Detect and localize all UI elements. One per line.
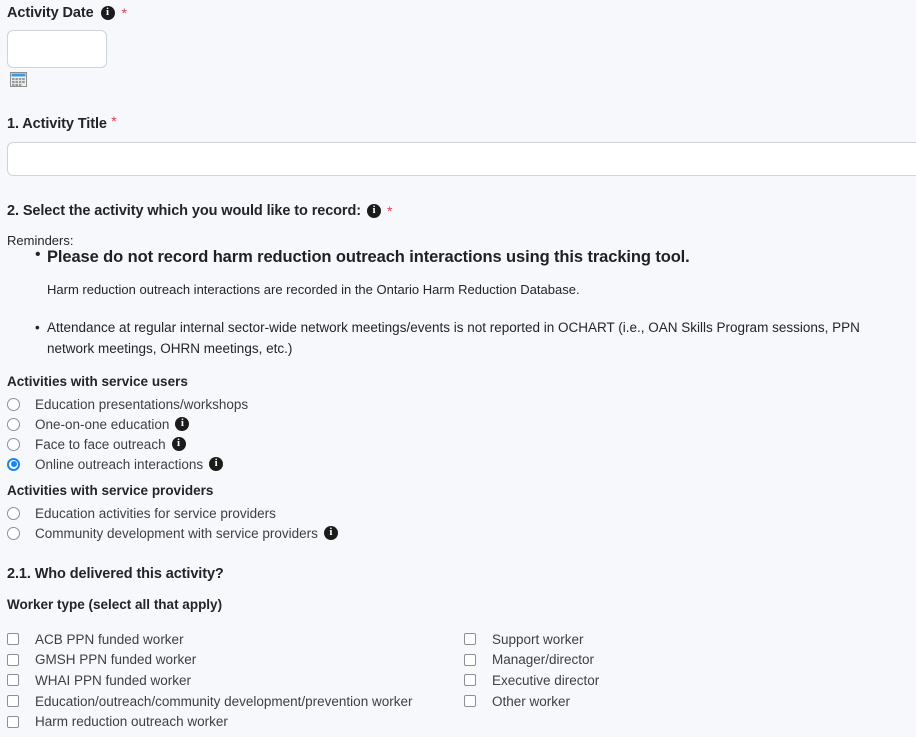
activity-title-label-row: 1. Activity Title * <box>7 114 117 133</box>
reminders-list: Please do not record harm reduction outr… <box>7 246 909 359</box>
who-delivered-label-row: 2.1. Who delivered this activity? <box>7 565 224 583</box>
activity-date-label-row: Activity Date i * <box>7 5 127 21</box>
radio-option-label: Education activities for service provide… <box>35 505 276 521</box>
checkbox-label: Support worker <box>492 631 584 647</box>
checkbox-mark[interactable] <box>7 633 19 646</box>
who-delivered-label: 2.1. Who delivered this activity? <box>7 566 224 582</box>
info-icon[interactable]: i <box>366 204 381 218</box>
radio-group-service-users: Education presentations/workshops One-on… <box>7 394 248 474</box>
checkbox-label: Manager/director <box>492 652 595 668</box>
radio-option-label: Face to face outreach i <box>35 437 186 452</box>
radio-option-education-activities-providers[interactable]: Education activities for service provide… <box>7 503 338 523</box>
info-icon[interactable]: i <box>175 417 190 431</box>
group-heading-service-providers: Activities with service providers <box>7 483 214 498</box>
checkbox-whai-ppn-funded-worker[interactable]: WHAI PPN funded worker <box>7 670 412 691</box>
checkbox-support-worker[interactable]: Support worker <box>464 629 599 650</box>
checkbox-mark[interactable] <box>7 695 19 708</box>
checkbox-label: Education/outreach/community development… <box>35 693 413 709</box>
required-asterisk: * <box>386 203 393 219</box>
checkbox-mark[interactable] <box>7 674 19 687</box>
worker-type-left-column: ACB PPN funded worker GMSH PPN funded wo… <box>7 629 412 732</box>
activity-date-input[interactable] <box>7 30 107 68</box>
activity-title-label: 1. Activity Title <box>7 116 107 132</box>
checkbox-label: ACB PPN funded worker <box>35 631 184 647</box>
radio-option-label: Online outreach interactions i <box>35 457 224 472</box>
checkbox-label: Harm reduction outreach worker <box>35 714 228 730</box>
reminder-sub-text: Harm reduction outreach interactions are… <box>47 282 580 297</box>
radio-mark[interactable] <box>7 417 20 431</box>
checkbox-mark[interactable] <box>7 715 19 728</box>
checkbox-executive-director[interactable]: Executive director <box>464 670 599 691</box>
checkbox-label: WHAI PPN funded worker <box>35 672 192 688</box>
calendar-icon[interactable] <box>10 72 27 87</box>
checkbox-mark[interactable] <box>464 674 476 687</box>
radio-option-label: Education presentations/workshops <box>35 396 249 412</box>
checkbox-manager-director[interactable]: Manager/director <box>464 650 599 671</box>
radio-mark[interactable] <box>7 397 20 411</box>
checkbox-gmsh-ppn-funded-worker[interactable]: GMSH PPN funded worker <box>7 650 412 671</box>
info-icon[interactable]: i <box>323 526 338 540</box>
worker-type-label: Worker type (select all that apply) <box>7 597 223 612</box>
radio-option-education-presentations[interactable]: Education presentations/workshops <box>7 394 248 414</box>
radio-mark[interactable] <box>7 437 20 451</box>
checkbox-acb-ppn-funded-worker[interactable]: ACB PPN funded worker <box>7 629 412 650</box>
required-asterisk: * <box>121 5 127 21</box>
info-icon[interactable]: i <box>209 457 224 471</box>
form-page: Activity Date i * 1. Activity Title * 2.… <box>0 0 916 737</box>
radio-option-online-outreach-interactions[interactable]: Online outreach interactions i <box>7 454 248 474</box>
checkbox-mark[interactable] <box>7 653 19 666</box>
radio-mark-selected[interactable] <box>7 457 20 471</box>
checkbox-label: Executive director <box>492 672 600 688</box>
radio-option-face-to-face-outreach[interactable]: Face to face outreach i <box>7 434 248 454</box>
checkbox-mark[interactable] <box>464 653 476 666</box>
info-icon[interactable]: i <box>100 6 115 20</box>
checkbox-other-worker[interactable]: Other worker <box>464 691 599 712</box>
reminder-item: Please do not record harm reduction outr… <box>7 246 909 268</box>
info-icon[interactable]: i <box>171 437 186 451</box>
checkbox-harm-reduction-outreach-worker[interactable]: Harm reduction outreach worker <box>7 711 412 732</box>
reminder-primary-text: Please do not record harm reduction outr… <box>47 248 690 266</box>
radio-option-community-development-providers[interactable]: Community development with service provi… <box>7 523 338 543</box>
group-heading-service-users: Activities with service users <box>7 374 188 389</box>
checkbox-education-outreach-worker[interactable]: Education/outreach/community development… <box>7 691 412 712</box>
required-asterisk: * <box>111 113 117 129</box>
radio-option-one-on-one-education[interactable]: One-on-one education i <box>7 414 248 434</box>
activity-title-input[interactable] <box>7 142 916 176</box>
radio-mark[interactable] <box>7 506 20 520</box>
radio-option-label: One-on-one education i <box>35 417 190 432</box>
radio-mark[interactable] <box>7 526 20 540</box>
worker-type-right-column: Support worker Manager/director Executiv… <box>464 629 599 711</box>
checkbox-mark[interactable] <box>464 695 476 708</box>
radio-group-service-providers: Education activities for service provide… <box>7 503 338 543</box>
checkbox-mark[interactable] <box>464 633 476 646</box>
checkbox-label: GMSH PPN funded worker <box>35 652 197 668</box>
select-activity-label-row: 2. Select the activity which you would l… <box>7 203 392 219</box>
reminder-item: Attendance at regular internal sector-wi… <box>7 317 909 359</box>
activity-date-label: Activity Date <box>7 5 94 21</box>
checkbox-label: Other worker <box>492 693 571 709</box>
select-activity-label: 2. Select the activity which you would l… <box>7 203 361 219</box>
radio-option-label: Community development with service provi… <box>35 526 338 541</box>
